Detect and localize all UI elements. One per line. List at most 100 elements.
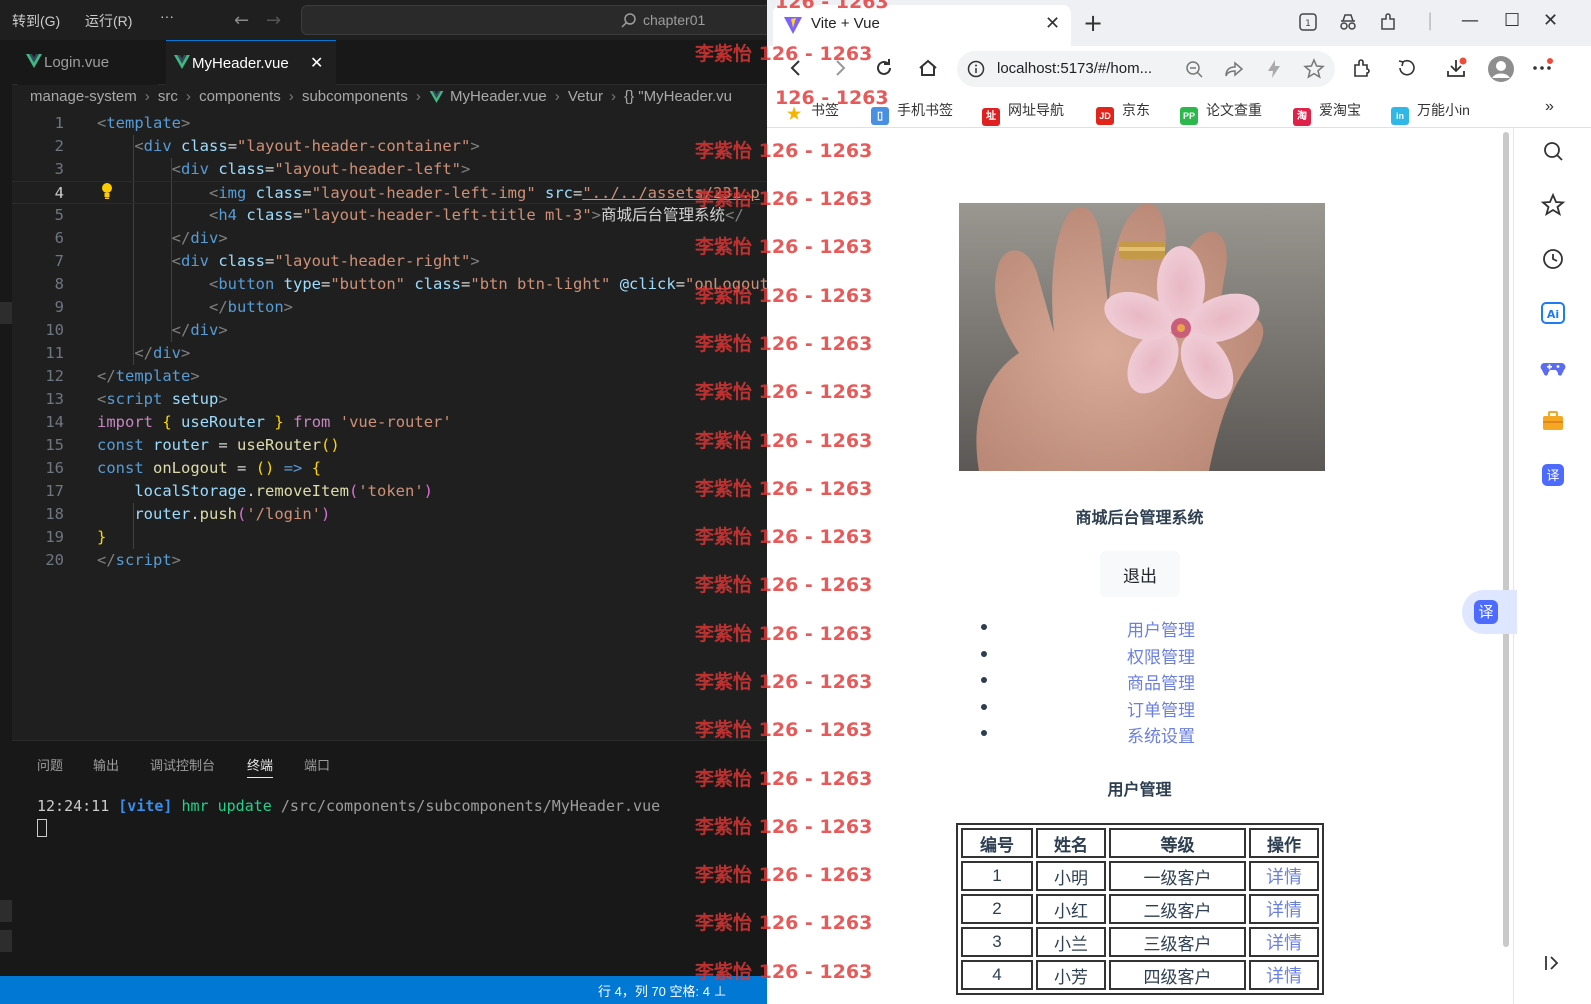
minimize-icon[interactable]: — [1461, 10, 1479, 31]
tab-label: Login.vue [44, 54, 110, 71]
bookmark-item[interactable]: 淘爱淘宝 [1293, 100, 1361, 126]
share-icon[interactable] [1223, 58, 1245, 80]
panel-tab-terminal[interactable]: 终端 [247, 755, 274, 778]
pp-icon: PP [1180, 107, 1198, 125]
new-tab-icon[interactable]: + [1083, 9, 1103, 37]
breadcrumb-item[interactable]: subcomponents [302, 88, 408, 105]
logout-button[interactable]: 退出 [1100, 551, 1180, 597]
floating-translate-button[interactable]: 译 [1462, 590, 1517, 634]
extensions-tab-icon[interactable] [1377, 11, 1399, 33]
panel-tab-output[interactable]: 输出 [93, 755, 119, 774]
incognito-icon[interactable] [1337, 11, 1359, 33]
game-controller-icon[interactable] [1540, 354, 1566, 380]
nav-link-settings[interactable]: 系统设置 [1127, 722, 1195, 747]
nav-link-rights[interactable]: 权限管理 [1127, 643, 1195, 668]
header-image [959, 203, 1325, 471]
in-icon: in [1391, 107, 1409, 125]
tab-login-vue[interactable]: Login.vue [18, 40, 158, 85]
back-icon[interactable] [785, 57, 807, 79]
toolbox-icon[interactable] [1540, 408, 1566, 434]
browser-tab-strip: Vite + Vue ✕ + 1 | — ☐ ✕ [767, 0, 1591, 46]
tab-myheader-vue[interactable]: MyHeader.vue ✕ [166, 40, 336, 85]
translate-icon[interactable]: 译 [1540, 462, 1566, 488]
detail-link[interactable]: 详情 [1266, 933, 1302, 953]
terminal-cursor[interactable] [37, 819, 47, 837]
close-window-icon[interactable]: ✕ [1543, 10, 1558, 31]
bookmark-item[interactable]: JD 京东 [1096, 100, 1150, 125]
avatar-icon[interactable] [1487, 55, 1515, 83]
detail-link[interactable]: 详情 [1266, 966, 1302, 986]
browser-tab-active[interactable]: Vite + Vue ✕ [773, 5, 1071, 46]
history-back-icon[interactable] [1395, 57, 1417, 79]
code-line: 9 </button> [54, 298, 293, 316]
zoom-out-icon[interactable] [1183, 58, 1205, 80]
table-cell: 4 [961, 960, 1033, 990]
ai-assistant-icon[interactable]: Ai [1540, 300, 1566, 326]
download-icon[interactable] [1445, 57, 1467, 79]
breadcrumb-item[interactable]: {} "MyHeader.vu [624, 88, 732, 105]
close-icon[interactable]: ✕ [310, 41, 323, 86]
star-icon: ★ [786, 106, 802, 123]
menu-goto[interactable]: 转到(G) [12, 11, 60, 31]
detail-link[interactable]: 详情 [1266, 900, 1302, 920]
menu-run[interactable]: 运行(R) [85, 11, 132, 31]
panel-tab-ports[interactable]: 端口 [304, 755, 330, 774]
breadcrumb-item[interactable]: src [158, 88, 178, 105]
bookmark-star-icon[interactable] [1303, 58, 1325, 80]
code-line: 15 const router = useRouter() [45, 436, 340, 454]
panel-tab-problems[interactable]: 问题 [37, 755, 63, 774]
forward-arrow-icon[interactable]: → [266, 10, 281, 31]
table-cell: 2 [961, 894, 1033, 924]
vue-file-icon [174, 55, 190, 69]
nav-list: 用户管理 权限管理 商品管理 订单管理 系统设置 [977, 616, 1277, 749]
bookmark-item[interactable]: ▯ 手机书签 [871, 100, 953, 125]
extensions-icon[interactable] [1351, 57, 1373, 79]
home-icon[interactable] [917, 57, 939, 79]
forward-icon[interactable] [829, 57, 851, 79]
bookmark-item[interactable]: PP 论文查重 [1180, 100, 1262, 125]
search-icon[interactable] [1540, 138, 1566, 164]
bullet [981, 677, 987, 683]
title-bar: 转到(G) 运行(R) ··· ← → chapter01 [0, 0, 767, 40]
cursor-position[interactable]: 行 4，列 70 空格: 4 ⊥ [598, 981, 727, 1000]
breadcrumb-item[interactable]: components [199, 88, 281, 105]
page-scrollbar[interactable] [1503, 132, 1509, 947]
panel-tab-debug-console[interactable]: 调试控制台 [150, 755, 215, 774]
close-icon[interactable]: ✕ [1045, 13, 1060, 34]
tab-count-icon[interactable]: 1 [1297, 11, 1319, 33]
code-editor[interactable]: 1 <template> 2 <div class="layout-header-… [12, 112, 767, 740]
command-center[interactable]: chapter01 [301, 5, 767, 35]
address-bar[interactable]: localhost:5173/#/hom... [957, 51, 1335, 87]
menu-dots-icon[interactable] [1531, 57, 1553, 79]
back-arrow-icon[interactable]: ← [234, 10, 249, 31]
reload-icon[interactable] [873, 57, 895, 79]
maximize-icon[interactable]: ☐ [1504, 10, 1520, 31]
code-line: 3 <div class="layout-header-left"> [54, 160, 471, 178]
collapse-panel-icon[interactable] [1540, 950, 1566, 976]
breadcrumb-item[interactable]: manage-system [30, 88, 137, 105]
history-clock-icon[interactable] [1540, 246, 1566, 272]
vue-file-icon [429, 91, 444, 104]
table-cell: 二级客户 [1109, 894, 1246, 924]
nav-link-goods[interactable]: 商品管理 [1127, 669, 1195, 694]
bookmark-item[interactable]: ★ 书签 [785, 100, 839, 124]
menu-more[interactable]: ··· [160, 8, 174, 24]
code-line: 1 <template> [54, 114, 191, 132]
breadcrumb-item[interactable]: MyHeader.vue [450, 88, 547, 105]
strip-marker [0, 930, 12, 952]
terminal-output-line: 12:24:11 [vite] hmr update /src/componen… [37, 797, 661, 815]
site-info-icon[interactable] [967, 60, 985, 78]
nav-link-users[interactable]: 用户管理 [1127, 616, 1195, 641]
bookmark-item[interactable]: in 万能小in [1391, 100, 1470, 125]
breadcrumb: manage-system › src › components › subcompo… [30, 88, 733, 105]
tab-label: MyHeader.vue [192, 55, 289, 72]
nav-link-orders[interactable]: 订单管理 [1127, 696, 1195, 721]
bookmark-item[interactable]: 址网址导航 [982, 100, 1064, 126]
favorites-star-icon[interactable] [1540, 192, 1566, 218]
breadcrumb-item[interactable]: Vetur [568, 88, 603, 105]
detail-link[interactable]: 详情 [1266, 867, 1302, 887]
svg-text:1: 1 [1305, 19, 1311, 29]
code-line: 12 </template> [45, 367, 200, 385]
lightning-icon[interactable] [1263, 58, 1285, 80]
more-bookmarks-icon[interactable]: » [1545, 98, 1554, 116]
